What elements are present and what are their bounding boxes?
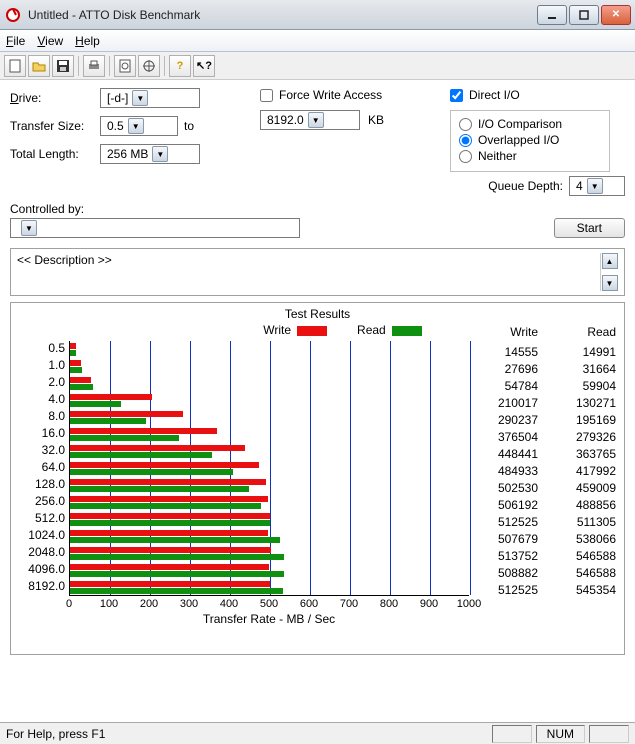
description-scrollbar[interactable]: ▲ ▼ — [600, 253, 618, 291]
status-pane-empty — [492, 725, 532, 743]
bar-read — [70, 384, 93, 390]
bar-write — [70, 530, 268, 536]
bar-write — [70, 496, 268, 502]
x-axis-label: Transfer Rate - MB / Sec — [69, 612, 469, 626]
controlled-by-select[interactable]: ▼ — [10, 218, 300, 238]
chart-plot-area — [69, 341, 469, 596]
direct-io-checkbox[interactable]: Direct I/O — [450, 88, 520, 102]
total-length-select[interactable]: 256 MB▼ — [100, 144, 200, 164]
bar-write — [70, 564, 269, 570]
bar-write — [70, 343, 76, 349]
bar-read — [70, 350, 76, 356]
target-icon[interactable] — [138, 55, 160, 77]
menubar: File View Help — [0, 30, 635, 52]
bar-read — [70, 418, 146, 424]
queue-depth-label: Queue Depth: — [488, 179, 563, 193]
chart-panel: Test Results Write Read Write Read 14555… — [10, 302, 625, 655]
bar-write — [70, 377, 91, 383]
to-label: to — [184, 119, 194, 133]
chart-title: Test Results — [19, 307, 616, 321]
bar-write — [70, 445, 245, 451]
bar-read — [70, 401, 121, 407]
legend-read-swatch — [392, 326, 422, 336]
radio-io-comparison[interactable]: I/O Comparison — [459, 117, 601, 131]
bar-read — [70, 571, 284, 577]
menu-view[interactable]: View — [37, 34, 63, 48]
maximize-button[interactable] — [569, 5, 599, 25]
titlebar: Untitled - ATTO Disk Benchmark ✕ — [0, 0, 635, 30]
help-icon[interactable]: ? — [169, 55, 191, 77]
drive-select[interactable]: [-d-]▼ — [100, 88, 200, 108]
controlled-by-label: Controlled by: — [10, 202, 625, 216]
chevron-down-icon: ▼ — [128, 118, 144, 134]
minimize-button[interactable] — [537, 5, 567, 25]
bar-write — [70, 360, 81, 366]
context-help-icon[interactable]: ↖? — [193, 55, 215, 77]
menu-file[interactable]: File — [6, 34, 25, 48]
chevron-down-icon: ▼ — [21, 220, 37, 236]
scroll-down-icon[interactable]: ▼ — [602, 275, 618, 291]
bar-write — [70, 462, 259, 468]
preview-icon[interactable] — [114, 55, 136, 77]
save-icon[interactable] — [52, 55, 74, 77]
chevron-down-icon: ▼ — [152, 146, 168, 162]
bar-write — [70, 581, 270, 587]
total-length-label: Total Length: — [10, 147, 100, 161]
queue-depth-select[interactable]: 4▼ — [569, 176, 625, 196]
close-button[interactable]: ✕ — [601, 5, 631, 25]
open-icon[interactable] — [28, 55, 50, 77]
statusbar: For Help, press F1 NUM — [0, 722, 635, 744]
kb-label: KB — [368, 113, 384, 127]
table-header: Write Read — [480, 325, 616, 339]
radio-overlapped-io[interactable]: Overlapped I/O — [459, 133, 601, 147]
toolbar: ? ↖? — [0, 52, 635, 80]
bar-write — [70, 411, 183, 417]
bar-write — [70, 394, 152, 400]
bar-read — [70, 367, 82, 373]
chevron-down-icon: ▼ — [587, 178, 603, 194]
bar-read — [70, 554, 284, 560]
bar-read — [70, 486, 249, 492]
description-text: << Description >> — [17, 253, 112, 291]
bar-read — [70, 503, 261, 509]
status-pane-empty2 — [589, 725, 629, 743]
transfer-size-to-select[interactable]: 8192.0▼ — [260, 110, 360, 130]
bar-read — [70, 537, 280, 543]
window-title: Untitled - ATTO Disk Benchmark — [28, 8, 537, 22]
bar-read — [70, 469, 233, 475]
y-axis-labels: 0.51.02.04.08.016.032.064.0128.0256.0512… — [19, 341, 69, 596]
new-icon[interactable] — [4, 55, 26, 77]
x-axis-ticks: 01002003004005006007008009001000 — [69, 596, 469, 612]
radio-neither[interactable]: Neither — [459, 149, 601, 163]
drive-label: Drive: — [10, 91, 100, 105]
scroll-up-icon[interactable]: ▲ — [602, 253, 618, 269]
main-panel: Drive: [-d-]▼ Transfer Size: 0.5▼ to Tot… — [0, 80, 635, 655]
bar-read — [70, 520, 270, 526]
bar-read — [70, 588, 283, 594]
print-icon[interactable] — [83, 55, 105, 77]
status-num: NUM — [536, 725, 585, 743]
app-icon — [4, 6, 22, 24]
bar-read — [70, 435, 179, 441]
bar-write — [70, 547, 271, 553]
start-button[interactable]: Start — [554, 218, 625, 238]
transfer-size-from-select[interactable]: 0.5▼ — [100, 116, 178, 136]
menu-help[interactable]: Help — [75, 34, 100, 48]
description-box[interactable]: << Description >> ▲ ▼ — [10, 248, 625, 296]
bar-write — [70, 428, 217, 434]
transfer-size-label: Transfer Size: — [10, 119, 100, 133]
force-write-access-checkbox[interactable]: Force Write Access — [260, 88, 382, 102]
status-hint: For Help, press F1 — [6, 727, 105, 741]
legend-write-swatch — [297, 326, 327, 336]
table-body: 1455527696547842100172902373765044484414… — [480, 345, 616, 600]
chevron-down-icon: ▼ — [132, 90, 148, 106]
bar-read — [70, 452, 212, 458]
chevron-down-icon: ▼ — [308, 112, 324, 128]
io-mode-group: I/O Comparison Overlapped I/O Neither — [450, 110, 610, 172]
bar-write — [70, 479, 266, 485]
bar-write — [70, 513, 270, 519]
